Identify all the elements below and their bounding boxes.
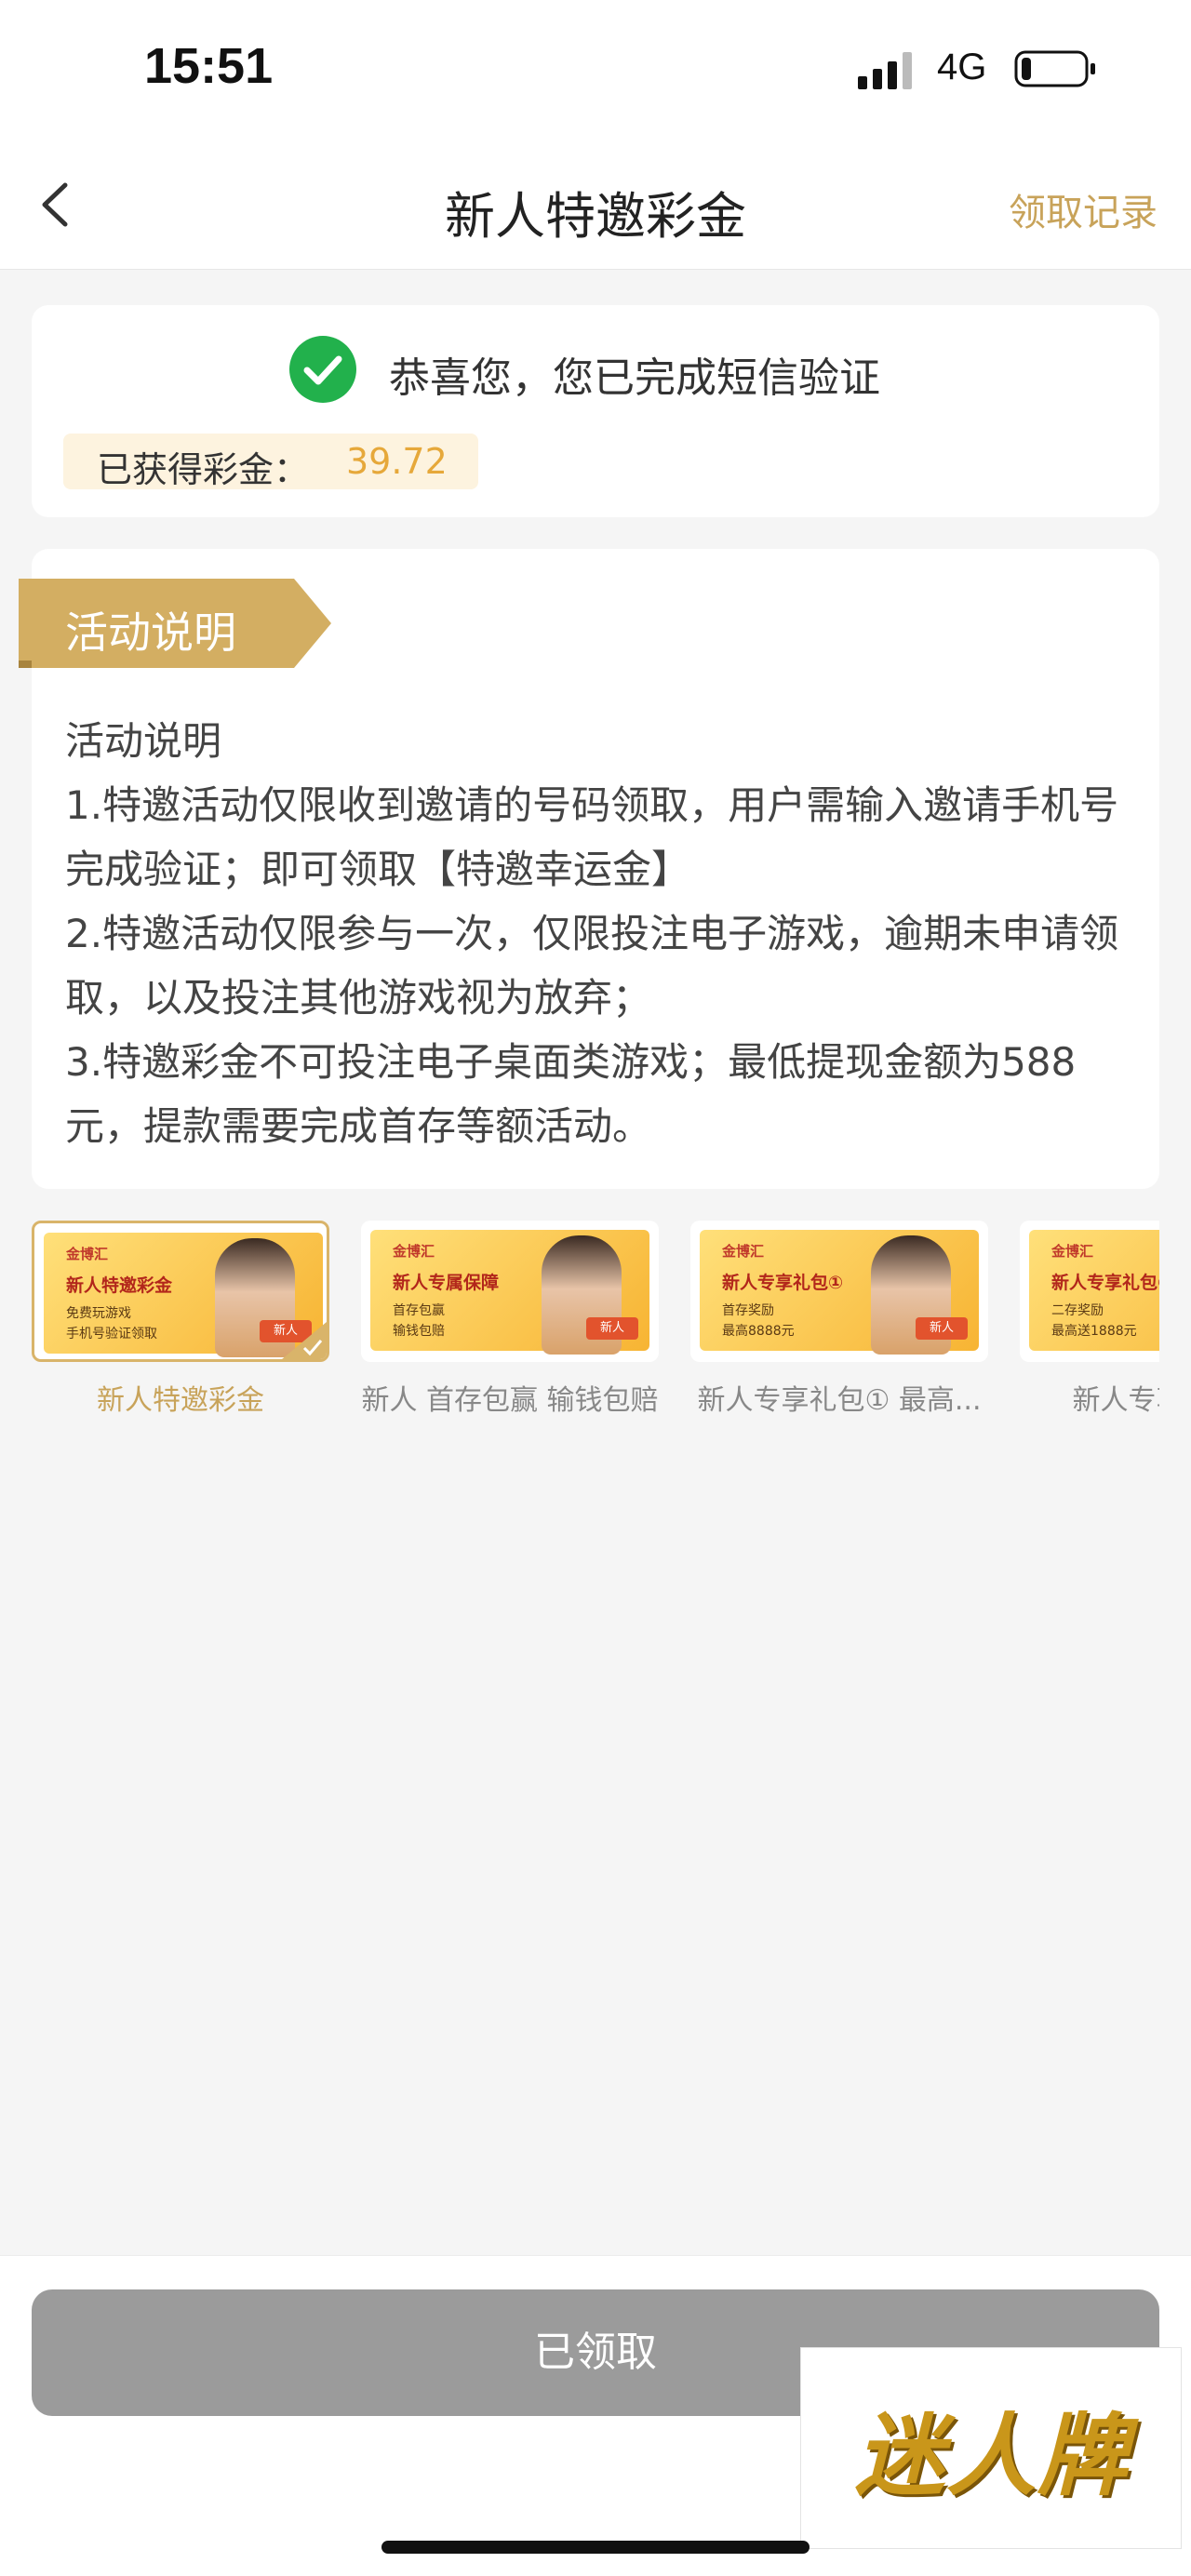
banner-line: 输钱包赔 (393, 1324, 445, 1339)
battery-icon (1014, 50, 1095, 87)
bonus-badge: 已获得彩金： 39.72 (63, 434, 478, 490)
promotion-caption[interactable]: 新人特邀彩金 (32, 1377, 329, 1418)
brand-logo: 金博汇 (393, 1243, 435, 1260)
brand-logo: 金博汇 (1051, 1243, 1094, 1260)
promotion-banner[interactable]: 金博汇 新人专属保障 首存包赢 输钱包赔 新人 (361, 1221, 659, 1362)
promotion-caption[interactable]: 新人专享礼包① 最高... (690, 1377, 988, 1418)
banner-title: 新人特邀彩金 (66, 1275, 173, 1296)
bonus-label: 已获得彩金： (97, 449, 310, 490)
check-circle-icon (289, 336, 356, 403)
banner-title: 新人专享礼包② (1051, 1273, 1159, 1293)
activity-description-card: 活动说明 活动说明 1.特邀活动仅限收到邀请的号码领取，用户需输入邀请手机号完成… (19, 549, 1159, 1189)
brand-logo: 金博汇 (722, 1243, 765, 1260)
promotion-caption[interactable]: 新人专享礼包② (1020, 1377, 1159, 1418)
verification-card: 恭喜您，您已完成短信验证 已获得彩金： 39.72 (32, 305, 1159, 517)
description-heading: 活动说明 (65, 718, 222, 764)
brand-logo: 金博汇 (66, 1246, 109, 1262)
signal-icon (858, 52, 912, 89)
nav-bar: 新人特邀彩金 领取记录 (0, 140, 1191, 270)
verification-message: 恭喜您，您已完成短信验证 (389, 354, 880, 402)
description-item: 2.特邀活动仅限参与一次，仅限投注电子游戏，逾期未申请领取，以及投注其他游戏视为… (65, 911, 1119, 1021)
status-bar: 15:51 4G (0, 0, 1191, 140)
banner-line: 首存奖励 (722, 1303, 774, 1318)
banner-line: 二存奖励 (1051, 1303, 1104, 1318)
promotion-carousel[interactable]: 金博汇 新人特邀彩金 免费玩游戏 手机号验证领取 新人 新人特邀彩金 金博汇 新… (32, 1221, 1159, 1425)
watermark-text: 迷人牌 (855, 2403, 1129, 2508)
description-text: 活动说明 1.特邀活动仅限收到邀请的号码领取，用户需输入邀请手机号完成验证；即可… (65, 709, 1141, 1158)
banner-title: 新人专属保障 (393, 1273, 500, 1293)
watermark-logo: 迷人牌 (800, 2347, 1182, 2549)
banner-title: 新人专享礼包① (722, 1273, 844, 1293)
bonus-value: 39.72 (346, 441, 448, 482)
promotion-banner[interactable]: 金博汇 新人专享礼包② 二存奖励 最高送1888元 新人 (1020, 1221, 1159, 1362)
ribbon-label: 活动说明 (65, 607, 236, 658)
banner-line: 首存包赢 (393, 1303, 445, 1318)
banner-line: 最高送1888元 (1051, 1324, 1137, 1339)
description-item: 1.特邀活动仅限收到邀请的号码领取，用户需输入邀请手机号完成验证；即可领取【特邀… (65, 782, 1119, 892)
status-time: 15:51 (144, 38, 274, 94)
description-item: 3.特邀彩金不可投注电子桌面类游戏；最低提现金额为588元，提款需要完成首存等额… (65, 1039, 1077, 1149)
new-tag: 新人 (586, 1317, 638, 1340)
records-link[interactable]: 领取记录 (1009, 182, 1158, 236)
bottom-bar: 已领取 迷人牌 (0, 2255, 1191, 2576)
promotion-banner[interactable]: 金博汇 新人专享礼包① 首存奖励 最高8888元 新人 (690, 1221, 988, 1362)
selected-check-icon (282, 1322, 327, 1359)
new-tag: 新人 (916, 1317, 968, 1340)
promotion-banner[interactable]: 金博汇 新人特邀彩金 免费玩游戏 手机号验证领取 新人 (32, 1221, 329, 1362)
network-label: 4G (937, 47, 987, 87)
banner-line: 手机号验证领取 (66, 1327, 157, 1341)
banner-line: 最高8888元 (722, 1324, 795, 1339)
promotion-caption[interactable]: 新人 首存包赢 输钱包赔 (361, 1377, 659, 1418)
home-indicator[interactable] (381, 2541, 810, 2554)
banner-line: 免费玩游戏 (66, 1306, 131, 1321)
